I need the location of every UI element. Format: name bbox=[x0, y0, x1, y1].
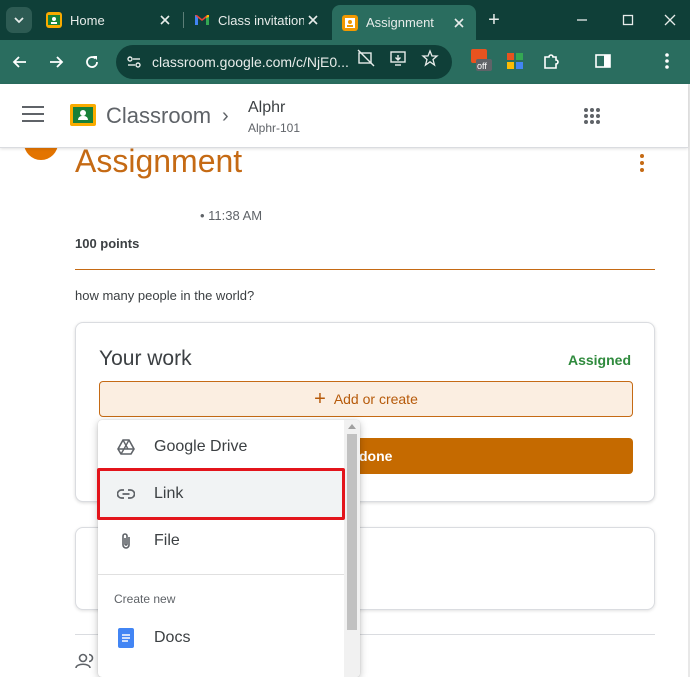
class-name[interactable]: Alphr bbox=[248, 99, 285, 117]
minimize-icon bbox=[577, 19, 587, 21]
menu-item-label: Google Drive bbox=[154, 438, 248, 455]
browser-tab-bar: Home Class invitation Assignment + bbox=[0, 0, 690, 40]
new-tab-button[interactable]: + bbox=[482, 8, 506, 32]
new-tab-label: + bbox=[488, 8, 500, 31]
tab-search-button[interactable] bbox=[6, 7, 32, 33]
main-menu-icon[interactable] bbox=[22, 106, 44, 124]
classroom-icon bbox=[46, 12, 62, 28]
menu-item-docs[interactable]: Docs bbox=[98, 615, 344, 661]
status-badge: Assigned bbox=[567, 352, 631, 368]
people-icon bbox=[75, 653, 99, 673]
menu-item-link[interactable]: Link bbox=[98, 471, 344, 517]
points-label: 100 points bbox=[75, 236, 140, 251]
url-text[interactable]: classroom.google.com/c/NjE0... bbox=[152, 54, 349, 70]
maximize-button[interactable] bbox=[616, 8, 640, 32]
google-apps-icon[interactable] bbox=[584, 108, 600, 124]
bookmark-star-icon[interactable] bbox=[420, 48, 440, 68]
reload-button[interactable] bbox=[80, 50, 104, 74]
browser-toolbar: classroom.google.com/c/NjE0... off bbox=[0, 40, 690, 84]
assignment-title: Assignment bbox=[75, 148, 243, 179]
add-or-create-button[interactable]: + Add or create bbox=[99, 381, 633, 417]
close-icon[interactable] bbox=[156, 11, 174, 29]
gmail-icon bbox=[194, 12, 210, 28]
menu-item-file[interactable]: File bbox=[98, 518, 344, 564]
assignment-icon bbox=[342, 14, 358, 31]
tab-title: Class invitation bbox=[218, 12, 304, 28]
scrollbar-thumb[interactable] bbox=[347, 434, 357, 630]
app-name[interactable]: Classroom bbox=[106, 103, 211, 129]
chevron-right-icon: › bbox=[222, 105, 229, 127]
assignment-icon bbox=[24, 148, 58, 160]
paperclip-icon bbox=[116, 531, 136, 551]
tab-title: Assignment bbox=[366, 15, 434, 30]
menu-item-label: File bbox=[154, 532, 180, 549]
your-work-title: Your work bbox=[99, 347, 192, 370]
menu-scrollbar[interactable] bbox=[344, 420, 360, 677]
menu-item-google-drive[interactable]: Google Drive bbox=[98, 424, 344, 470]
class-section: Alphr-101 bbox=[248, 121, 301, 135]
divider bbox=[75, 269, 655, 270]
scroll-up-icon[interactable] bbox=[348, 424, 356, 429]
site-info-icon[interactable] bbox=[124, 52, 144, 72]
classroom-logo[interactable] bbox=[70, 104, 96, 126]
extension-off-icon[interactable]: off bbox=[470, 49, 492, 71]
close-icon[interactable] bbox=[304, 11, 322, 29]
add-or-create-menu: Google Drive Link File Create new Docs bbox=[98, 420, 360, 677]
tab-class-invitation[interactable]: Class invitation bbox=[184, 6, 330, 34]
side-panel-icon[interactable] bbox=[592, 50, 614, 72]
create-new-heading: Create new bbox=[114, 592, 176, 606]
google-drive-icon bbox=[116, 437, 136, 457]
tab-home[interactable]: Home bbox=[36, 6, 182, 34]
posted-time: • 11:38 AM bbox=[200, 208, 263, 223]
install-app-icon[interactable] bbox=[388, 48, 408, 68]
color-grid-extension-icon[interactable] bbox=[504, 50, 526, 72]
link-icon bbox=[116, 484, 136, 504]
tab-title: Home bbox=[70, 12, 105, 28]
arrow-left-icon bbox=[12, 56, 26, 68]
extensions-puzzle-icon[interactable] bbox=[540, 50, 562, 72]
extension-badge: off bbox=[477, 61, 487, 71]
menu-divider bbox=[98, 574, 344, 575]
close-window-button[interactable] bbox=[658, 8, 682, 32]
more-options-icon[interactable] bbox=[640, 154, 646, 172]
assignment-description: how many people in the world? bbox=[75, 288, 255, 303]
classroom-header: Classroom › Alphr Alphr-101 bbox=[0, 84, 688, 148]
close-icon bbox=[664, 14, 676, 26]
reload-icon bbox=[86, 56, 98, 68]
menu-item-label: Docs bbox=[154, 629, 191, 646]
docs-icon bbox=[116, 628, 136, 648]
close-icon[interactable] bbox=[450, 14, 468, 32]
add-or-create-label: Add or create bbox=[333, 391, 418, 407]
maximize-icon bbox=[622, 14, 634, 26]
plus-icon: + bbox=[314, 388, 326, 410]
tab-assignment[interactable]: Assignment bbox=[332, 5, 476, 40]
menu-item-label: Link bbox=[154, 485, 184, 502]
minimize-button[interactable] bbox=[570, 8, 594, 32]
chevron-down-icon bbox=[14, 17, 24, 24]
camera-off-icon[interactable] bbox=[356, 48, 376, 68]
back-button[interactable] bbox=[8, 50, 32, 74]
browser-menu-icon[interactable] bbox=[656, 50, 678, 72]
forward-button[interactable] bbox=[44, 50, 68, 74]
arrow-right-icon bbox=[50, 56, 64, 68]
